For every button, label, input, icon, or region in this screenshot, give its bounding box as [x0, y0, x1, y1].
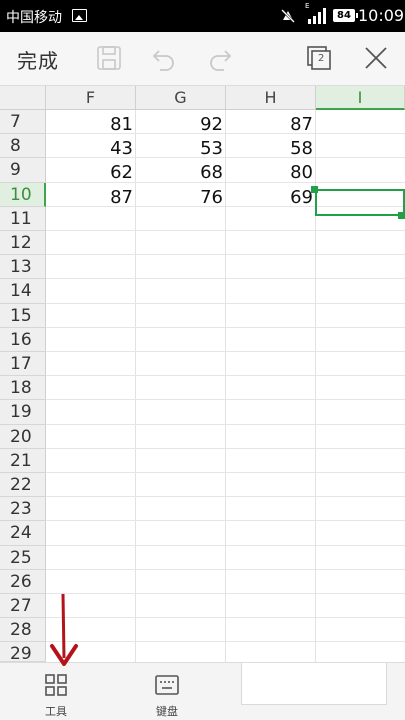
save-icon[interactable]: [95, 44, 123, 72]
row-header[interactable]: 27: [0, 594, 46, 619]
row-header[interactable]: 28: [0, 618, 46, 643]
column-header-g[interactable]: G: [136, 86, 226, 110]
cell-f8[interactable]: 43: [46, 136, 135, 160]
cell-h9[interactable]: 80: [226, 160, 315, 184]
redo-icon[interactable]: [206, 44, 234, 72]
arrow-down-icon: [50, 594, 78, 666]
row-header[interactable]: 26: [0, 569, 46, 594]
row-header[interactable]: 23: [0, 497, 46, 522]
selection-handle-top-left[interactable]: [311, 186, 318, 193]
toolbar: 完成 2: [0, 32, 405, 86]
gridline: [46, 568, 405, 570]
keyboard-label: 键盘: [156, 705, 178, 718]
close-icon[interactable]: [362, 44, 390, 72]
gridline: [46, 302, 405, 304]
gallery-icon: [72, 9, 87, 22]
formula-input[interactable]: [241, 663, 387, 705]
column-header-i[interactable]: I: [316, 86, 405, 110]
signal-icon: [308, 8, 326, 24]
cell-g9[interactable]: 68: [136, 160, 225, 184]
row-header[interactable]: 24: [0, 521, 46, 546]
gridline: [46, 278, 405, 280]
row-header[interactable]: 17: [0, 352, 46, 377]
row-header[interactable]: 20: [0, 424, 46, 449]
row-header[interactable]: 14: [0, 279, 46, 304]
gridline: [46, 326, 405, 328]
gridline: [46, 520, 405, 522]
gridline: [46, 593, 405, 594]
gridline: [46, 617, 405, 619]
row-header[interactable]: 12: [0, 231, 46, 256]
gridline: [46, 351, 405, 352]
cell-g10[interactable]: 76: [136, 185, 225, 209]
tools-label: 工具: [45, 705, 67, 718]
clock: 10:09: [358, 6, 405, 25]
undo-icon[interactable]: [150, 44, 178, 72]
row-header[interactable]: 13: [0, 255, 46, 280]
column-header-h[interactable]: H: [226, 86, 316, 110]
selected-cell-i10[interactable]: [315, 189, 405, 216]
keyboard-icon: [155, 675, 179, 695]
selection-handle-bottom-right[interactable]: [398, 212, 405, 219]
cell-h10[interactable]: 69: [226, 185, 315, 209]
cell-g8[interactable]: 53: [136, 136, 225, 160]
row-header[interactable]: 18: [0, 376, 46, 401]
keyboard-button[interactable]: 键盘: [137, 663, 197, 720]
row-header[interactable]: 16: [0, 327, 46, 352]
gridline: [46, 375, 405, 377]
sheets-button[interactable]: 2: [305, 44, 333, 72]
gridline: [46, 254, 405, 256]
row-header-active[interactable]: 10: [0, 182, 46, 207]
battery-icon: 84: [333, 9, 358, 22]
gridline: [46, 496, 405, 498]
row-header[interactable]: 15: [0, 303, 46, 328]
gridline: [46, 472, 405, 473]
status-bar: 中国移动 E 84 10:09: [0, 0, 405, 32]
row-header[interactable]: 21: [0, 448, 46, 473]
cell-g7[interactable]: 92: [136, 112, 225, 136]
cell-f7[interactable]: 81: [46, 112, 135, 136]
gridline: [46, 641, 405, 643]
gridline: [46, 423, 405, 425]
cell-f9[interactable]: 62: [46, 160, 135, 184]
corner-header[interactable]: [0, 86, 46, 110]
mute-icon: [281, 9, 295, 23]
row-header[interactable]: 19: [0, 400, 46, 425]
grid-icon: [45, 674, 67, 696]
column-header-f[interactable]: F: [46, 86, 136, 110]
carrier-name: 中国移动: [6, 10, 62, 26]
gridline: [46, 447, 405, 449]
cell-f10[interactable]: 87: [46, 185, 135, 209]
done-button[interactable]: 完成: [17, 45, 59, 74]
gridline: [46, 544, 405, 546]
gridline: [46, 399, 405, 401]
row-header[interactable]: 7: [0, 110, 46, 135]
row-header[interactable]: 9: [0, 158, 46, 183]
bottom-bar: 工具 键盘: [0, 662, 405, 720]
row-header[interactable]: 29: [0, 642, 46, 662]
row-header[interactable]: 11: [0, 206, 46, 231]
cell-h8[interactable]: 58: [226, 136, 315, 160]
row-header[interactable]: 8: [0, 134, 46, 159]
tools-button[interactable]: 工具: [26, 663, 86, 720]
row-header[interactable]: 25: [0, 545, 46, 570]
gridline: [46, 230, 405, 231]
row-header[interactable]: 22: [0, 473, 46, 498]
cell-h7[interactable]: 87: [226, 112, 315, 136]
sheet-count: 2: [318, 53, 325, 64]
